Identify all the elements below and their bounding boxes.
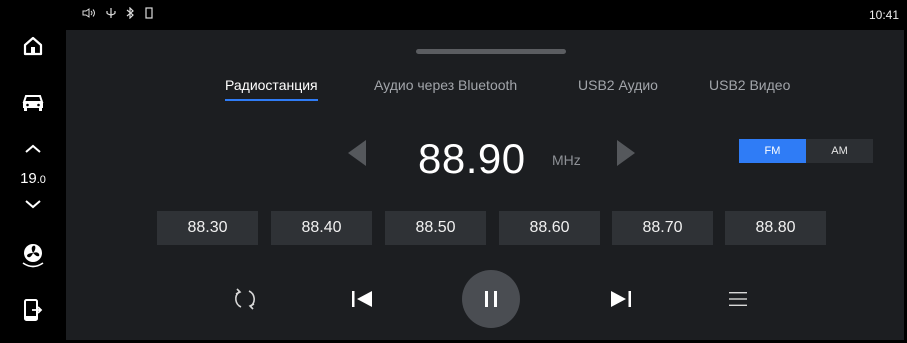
car-icon bbox=[22, 95, 44, 111]
fan-icon bbox=[22, 244, 44, 268]
band-fm-button[interactable]: FM bbox=[739, 139, 806, 163]
preset-button[interactable]: 88.70 bbox=[612, 211, 713, 245]
status-bar: 10:41 bbox=[66, 0, 907, 30]
preset-button[interactable]: 88.80 bbox=[725, 211, 826, 245]
sidebar: 19.0 bbox=[0, 0, 66, 343]
home-icon bbox=[23, 36, 43, 56]
temp-up-button[interactable] bbox=[0, 140, 66, 158]
preset-button[interactable]: 88.40 bbox=[271, 211, 372, 245]
chevron-down-icon bbox=[25, 200, 41, 209]
tab-bluetooth-audio[interactable]: Аудио через Bluetooth bbox=[374, 77, 517, 93]
chevron-up-icon bbox=[25, 144, 41, 153]
pause-icon bbox=[485, 291, 497, 307]
tab-usb2-audio[interactable]: USB2 Аудио bbox=[578, 77, 658, 93]
source-tabs: Радиостанция Аудио через Bluetooth USB2 … bbox=[66, 77, 904, 101]
exit-button[interactable] bbox=[0, 296, 66, 326]
bluetooth-icon bbox=[126, 7, 134, 19]
tab-usb2-video[interactable]: USB2 Видео bbox=[709, 77, 790, 93]
preset-button[interactable]: 88.50 bbox=[385, 211, 486, 245]
frequency-unit: MHz bbox=[552, 152, 581, 168]
seek-up-button[interactable] bbox=[615, 138, 637, 173]
next-button[interactable] bbox=[605, 283, 637, 315]
temperature-value: 19 bbox=[20, 170, 37, 187]
seek-down-button[interactable] bbox=[346, 138, 368, 173]
frequency-display: 88.90 bbox=[418, 135, 526, 182]
loop-button[interactable] bbox=[229, 283, 261, 315]
clock: 10:41 bbox=[868, 8, 899, 22]
preset-list: 88.30 88.40 88.50 88.60 88.70 88.80 bbox=[157, 211, 857, 245]
volume-icon bbox=[82, 8, 95, 18]
previous-icon bbox=[352, 291, 372, 307]
battery-icon bbox=[145, 7, 153, 19]
car-button[interactable] bbox=[0, 88, 66, 116]
phone-exit-icon bbox=[24, 299, 43, 321]
tab-radio[interactable]: Радиостанция bbox=[225, 77, 318, 101]
previous-button[interactable] bbox=[346, 283, 378, 315]
preset-button[interactable]: 88.30 bbox=[157, 211, 258, 245]
loop-icon bbox=[235, 288, 255, 310]
left-arrow-icon bbox=[348, 140, 366, 166]
temp-down-button[interactable] bbox=[0, 196, 66, 212]
fan-button[interactable] bbox=[0, 240, 66, 272]
band-am-button[interactable]: AM bbox=[806, 139, 873, 163]
pause-button[interactable] bbox=[462, 270, 520, 328]
radio-panel: Радиостанция Аудио через Bluetooth USB2 … bbox=[66, 30, 904, 340]
band-selector: FM AM bbox=[739, 139, 873, 163]
temperature-decimal: .0 bbox=[36, 174, 46, 186]
list-icon bbox=[729, 292, 747, 306]
usb-icon bbox=[106, 8, 116, 18]
drag-handle[interactable] bbox=[416, 49, 566, 54]
temperature-display: 19.0 bbox=[0, 170, 66, 187]
playlist-button[interactable] bbox=[722, 283, 754, 315]
preset-button[interactable]: 88.60 bbox=[499, 211, 600, 245]
right-arrow-icon bbox=[617, 140, 635, 166]
next-icon bbox=[611, 291, 631, 307]
home-button[interactable] bbox=[0, 32, 66, 60]
